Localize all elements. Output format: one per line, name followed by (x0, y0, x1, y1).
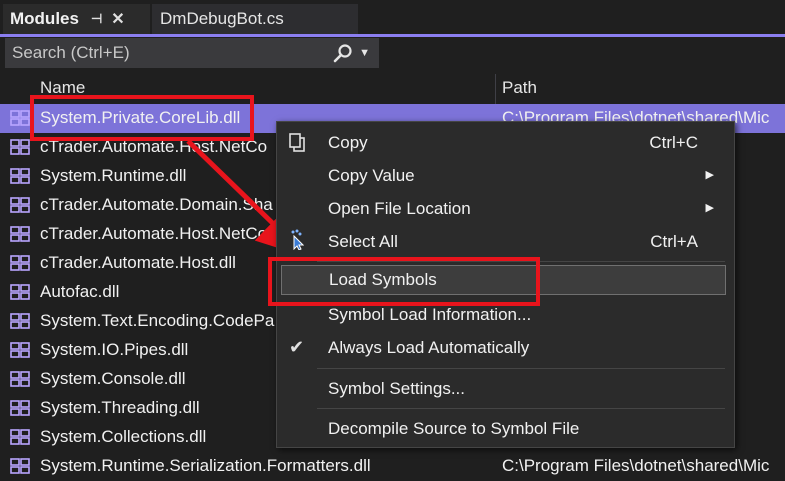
module-icon (10, 110, 30, 126)
menu-item-copy-value[interactable]: Copy Value ▶ (277, 161, 734, 191)
module-icon (10, 429, 30, 445)
close-icon[interactable]: ✕ (111, 9, 124, 29)
module-icon (10, 139, 30, 155)
menu-item-always-load-automatically[interactable]: ✔ Always Load Automatically (277, 333, 734, 363)
module-name: System.IO.Pipes.dll (40, 340, 189, 359)
annotation-highlight-module (30, 95, 254, 141)
module-name: System.Console.dll (40, 369, 186, 388)
menu-item-decompile-source[interactable]: Decompile Source to Symbol File (277, 414, 734, 444)
module-icon (10, 226, 30, 242)
menu-item-select-all-label: Select All (328, 232, 398, 251)
module-name: System.Text.Encoding.CodePa (40, 311, 275, 330)
module-icon (10, 313, 30, 329)
checkmark-icon: ✔ (289, 337, 305, 357)
submenu-chevron-right-icon: ▶ (705, 202, 714, 214)
tab-dmdebugbot-label: DmDebugBot.cs (160, 9, 284, 28)
module-name: System.Runtime.Serialization.Formatters.… (40, 456, 371, 475)
module-name: System.Runtime.dll (40, 166, 187, 185)
search-options-chevron-down-icon[interactable]: ▼ (359, 47, 370, 59)
tab-dmdebugbot[interactable]: DmDebugBot.cs (152, 4, 358, 34)
menu-item-always-load-automatically-label: Always Load Automatically (328, 338, 530, 357)
module-icon (10, 400, 30, 416)
pin-icon[interactable]: ⊣ (91, 11, 102, 27)
tab-modules[interactable]: Modules ⊣ ✕ (3, 4, 150, 34)
menu-item-decompile-source-label: Decompile Source to Symbol File (328, 419, 580, 438)
column-header-path[interactable]: Path (502, 78, 537, 104)
search-icon[interactable] (333, 43, 353, 63)
module-icon (10, 255, 30, 271)
menu-item-symbol-settings-label: Symbol Settings... (328, 379, 466, 398)
module-icon (10, 197, 30, 213)
tab-bar: Modules ⊣ ✕ DmDebugBot.cs (0, 0, 785, 35)
menu-item-open-file-location-label: Open File Location (328, 199, 471, 218)
menu-item-copy-shortcut: Ctrl+C (649, 133, 698, 152)
module-icon (10, 168, 30, 184)
menu-item-copy-value-label: Copy Value (328, 166, 415, 185)
search-box[interactable]: Search (Ctrl+E) ▼ (5, 38, 379, 68)
annotation-highlight-load-symbols (268, 257, 540, 306)
module-icon (10, 458, 30, 474)
menu-item-copy-label: Copy (328, 133, 368, 152)
column-divider[interactable] (495, 74, 496, 104)
module-name: cTrader.Automate.Host.NetCo (40, 224, 268, 243)
module-path: C:\Program Files\dotnet\shared\Mic (502, 456, 770, 475)
menu-item-select-all-shortcut: Ctrl+A (650, 232, 698, 251)
menu-separator (317, 408, 725, 409)
submenu-chevron-right-icon: ▶ (705, 169, 714, 181)
menu-item-open-file-location[interactable]: Open File Location ▶ (277, 194, 734, 224)
module-name: System.Threading.dll (40, 398, 200, 417)
menu-separator (317, 368, 725, 369)
module-name: System.Collections.dll (40, 427, 207, 446)
module-icon (10, 342, 30, 358)
table-row[interactable]: System.Runtime.Serialization.Formatters.… (0, 452, 785, 481)
menu-item-symbol-load-information-label: Symbol Load Information... (328, 305, 532, 324)
search-input[interactable]: Search (Ctrl+E) (12, 43, 333, 63)
module-name: Autofac.dll (40, 282, 120, 301)
copy-icon (286, 133, 310, 153)
menu-item-symbol-settings[interactable]: Symbol Settings... (277, 374, 734, 404)
module-icon (10, 284, 30, 300)
module-name: cTrader.Automate.Domain.Sha (40, 195, 273, 214)
menu-item-select-all[interactable]: Select All Ctrl+A (277, 227, 734, 257)
module-name: cTrader.Automate.Host.dll (40, 253, 236, 272)
module-icon (10, 371, 30, 387)
tab-modules-label: Modules (10, 9, 79, 28)
menu-item-copy[interactable]: Copy Ctrl+C (277, 128, 734, 158)
